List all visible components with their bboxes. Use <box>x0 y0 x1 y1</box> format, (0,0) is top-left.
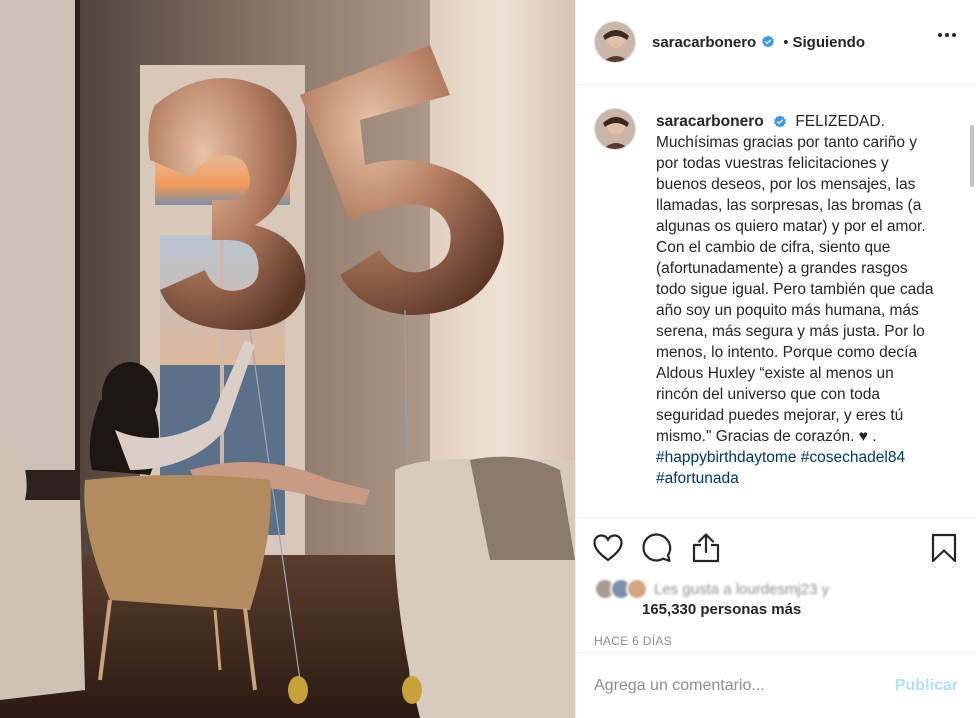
likes-section: Les gusta a lourdesmj23 y 165,330 person… <box>576 578 976 648</box>
post-timestamp[interactable]: HACE 6 DÍAS <box>594 634 958 648</box>
hashtag-link[interactable]: #cosechadel84 <box>801 449 905 466</box>
following-button[interactable]: Siguiendo <box>792 34 865 51</box>
bookmark-icon[interactable] <box>928 532 960 564</box>
add-comment-bar: Publicar <box>576 652 976 718</box>
comment-icon[interactable] <box>641 532 673 564</box>
comment-input[interactable] <box>594 676 895 695</box>
caption-avatar[interactable] <box>594 108 636 150</box>
hashtag-link[interactable]: #happybirthdaytome <box>656 449 796 466</box>
action-bar <box>576 518 976 578</box>
hashtag-link[interactable]: #afortunada <box>656 470 739 487</box>
heart-icon[interactable] <box>592 532 624 564</box>
header-text: saracarbonero • Siguiendo <box>652 34 865 51</box>
post-photo[interactable] <box>0 0 575 718</box>
avatar[interactable] <box>594 21 636 63</box>
birthday-balloons-image <box>0 0 575 718</box>
post-side-panel: saracarbonero • Siguiendo saracarbonero … <box>575 0 976 718</box>
verified-badge-icon <box>774 115 786 128</box>
caption-username[interactable]: saracarbonero <box>656 113 764 130</box>
scrollbar[interactable] <box>970 125 974 187</box>
header-username[interactable]: saracarbonero <box>652 34 756 51</box>
liker-avatars <box>594 578 648 600</box>
caption-title: FELIZEDAD. <box>795 113 885 130</box>
likes-summary[interactable]: Les gusta a lourdesmj23 y <box>594 578 958 600</box>
separator-dot: • <box>783 33 789 51</box>
comments-area[interactable]: saracarbonero FELIZEDAD. Muchísimas grac… <box>576 85 976 518</box>
share-icon[interactable] <box>690 532 722 564</box>
verified-badge-icon <box>762 35 775 48</box>
liker-avatar <box>626 578 648 600</box>
caption-row: saracarbonero FELIZEDAD. Muchísimas grac… <box>594 108 958 489</box>
publish-button[interactable]: Publicar <box>895 677 958 695</box>
liked-by-text: Les gusta a lourdesmj23 y <box>654 580 830 598</box>
post-caption: saracarbonero FELIZEDAD. Muchísimas grac… <box>656 111 938 489</box>
more-options-icon[interactable] <box>938 33 956 37</box>
instagram-post: saracarbonero • Siguiendo saracarbonero … <box>0 0 976 718</box>
post-header: saracarbonero • Siguiendo <box>576 0 976 85</box>
caption-body: Muchísimas gracias por tanto cariño y po… <box>656 134 934 445</box>
likes-count[interactable]: 165,330 personas más <box>642 601 958 618</box>
